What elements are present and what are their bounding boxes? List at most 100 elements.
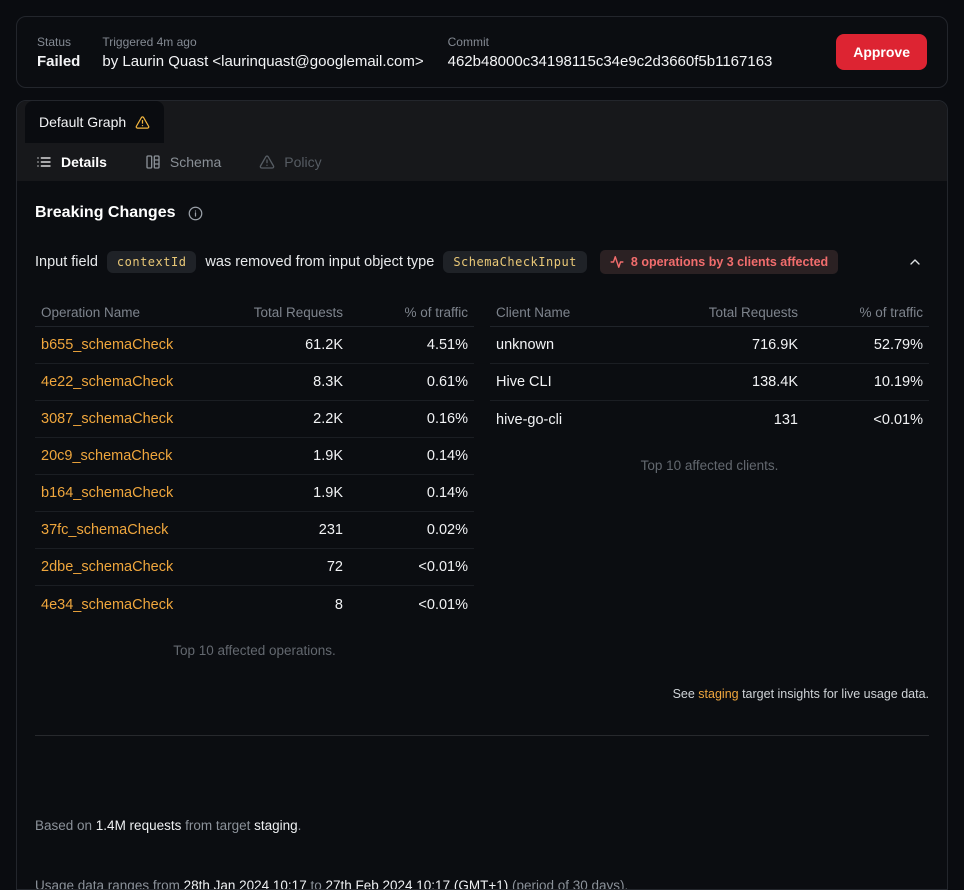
col-operation-name: Operation Name: [41, 305, 225, 320]
approve-button[interactable]: Approve: [836, 34, 927, 70]
operation-requests: 8.3K: [225, 374, 343, 390]
operation-traffic: 0.14%: [343, 448, 468, 464]
type-code-chip: SchemaCheckInput: [443, 251, 587, 273]
operation-row: 4e22_schemaCheck 8.3K 0.61%: [35, 364, 474, 401]
check-header-card: Status Failed Triggered 4m ago by Laurin…: [16, 16, 948, 88]
range-text: Usage data ranges from: [35, 878, 184, 890]
operation-traffic: 4.51%: [343, 337, 468, 353]
operation-traffic: 0.02%: [343, 522, 468, 538]
graph-tab-label: Default Graph: [39, 114, 126, 130]
insights-prefix: See: [673, 687, 699, 701]
operation-link[interactable]: 37fc_schemaCheck: [41, 522, 225, 538]
commit-hash: 462b48000c34198115c34e9c2d3660f5b1167163: [448, 53, 773, 70]
field-code-chip: contextId: [107, 251, 197, 273]
operation-row: 20c9_schemaCheck 1.9K 0.14%: [35, 438, 474, 475]
operation-link[interactable]: 4e34_schemaCheck: [41, 597, 225, 613]
client-row: Hive CLI 138.4K 10.19%: [490, 364, 929, 401]
operations-table-header: Operation Name Total Requests % of traff…: [35, 298, 474, 327]
tab-policy-label: Policy: [284, 154, 321, 170]
client-name: hive-go-cli: [496, 412, 680, 428]
operation-link[interactable]: b164_schemaCheck: [41, 485, 225, 501]
client-traffic: 52.79%: [798, 337, 923, 353]
tab-strip: Default Graph Details Schema: [17, 101, 947, 181]
operation-requests: 72: [225, 559, 343, 575]
status-value: Failed: [37, 53, 80, 70]
range-period: (period of 30 days).: [508, 878, 628, 890]
client-name: unknown: [496, 337, 680, 353]
warning-triangle-icon: [135, 115, 150, 130]
schema-icon: [145, 154, 161, 170]
client-requests: 138.4K: [680, 374, 798, 390]
client-row: unknown 716.9K 52.79%: [490, 327, 929, 364]
tab-schema[interactable]: Schema: [145, 154, 221, 170]
triggered-group: Triggered 4m ago by Laurin Quast <laurin…: [102, 35, 423, 70]
range-start-date: 28th Jan 2024 10:17: [184, 878, 307, 890]
tab-details[interactable]: Details: [36, 154, 107, 170]
details-content: Breaking Changes Input field contextId w…: [17, 204, 947, 890]
operation-requests: 1.9K: [225, 448, 343, 464]
insights-suffix: target insights for live usage data.: [739, 687, 929, 701]
change-prefix: Input field: [35, 254, 98, 270]
operations-table-body: b655_schemaCheck 61.2K 4.51% 4e22_schema…: [35, 327, 474, 623]
operation-traffic: 0.61%: [343, 374, 468, 390]
graph-tab-row: Default Graph: [17, 101, 947, 143]
operation-row: 4e34_schemaCheck 8 <0.01%: [35, 586, 474, 623]
client-traffic: <0.01%: [798, 412, 923, 428]
date-range-line: Usage data ranges from 28th Jan 2024 10:…: [35, 876, 929, 890]
section-title: Breaking Changes: [35, 204, 175, 222]
based-text: .: [298, 818, 302, 833]
status-label: Status: [37, 35, 80, 49]
section-divider: [35, 735, 929, 736]
affected-operations-badge[interactable]: 8 operations by 3 clients affected: [600, 250, 838, 274]
col-client-name: Client Name: [496, 305, 680, 320]
operation-traffic: <0.01%: [343, 597, 468, 613]
request-count: 1.4M requests: [96, 818, 182, 833]
usage-summary: Based on 1.4M requests from target stagi…: [35, 776, 929, 890]
target-name: staging: [254, 818, 298, 833]
change-middle: was removed from input object type: [205, 254, 434, 270]
operation-row: 2dbe_schemaCheck 72 <0.01%: [35, 549, 474, 586]
client-name: Hive CLI: [496, 374, 680, 390]
client-requests: 716.9K: [680, 337, 798, 353]
operation-requests: 61.2K: [225, 337, 343, 353]
based-text: from target: [181, 818, 254, 833]
schema-check-card: Default Graph Details Schema: [16, 100, 948, 890]
commit-label: Commit: [448, 35, 773, 49]
operation-traffic: 0.14%: [343, 485, 468, 501]
range-text: to: [307, 878, 326, 890]
collapse-chevron-button[interactable]: [907, 254, 923, 270]
subtab-row: Details Schema Policy: [17, 143, 947, 181]
triggered-label: Triggered 4m ago: [102, 35, 423, 49]
operation-link[interactable]: b655_schemaCheck: [41, 337, 225, 353]
clients-table-note: Top 10 affected clients.: [490, 458, 929, 473]
commit-group: Commit 462b48000c34198115c34e9c2d3660f5b…: [448, 35, 773, 70]
tab-default-graph[interactable]: Default Graph: [25, 101, 164, 143]
clients-table-body: unknown 716.9K 52.79% Hive CLI 138.4K 10…: [490, 327, 929, 438]
col-traffic: % of traffic: [798, 305, 923, 320]
clients-table: Client Name Total Requests % of traffic …: [490, 298, 929, 473]
insights-note: See staging target insights for live usa…: [35, 687, 929, 701]
operation-requests: 231: [225, 522, 343, 538]
tab-policy[interactable]: Policy: [259, 154, 321, 170]
operation-link[interactable]: 2dbe_schemaCheck: [41, 559, 225, 575]
policy-warning-icon: [259, 154, 275, 170]
operations-table: Operation Name Total Requests % of traff…: [35, 298, 474, 658]
operation-requests: 2.2K: [225, 411, 343, 427]
operation-link[interactable]: 4e22_schemaCheck: [41, 374, 225, 390]
staging-target-link[interactable]: staging: [698, 687, 738, 701]
based-text: Based on: [35, 818, 96, 833]
client-traffic: 10.19%: [798, 374, 923, 390]
chevron-up-icon: [907, 254, 923, 270]
operation-link[interactable]: 20c9_schemaCheck: [41, 448, 225, 464]
operation-row: b164_schemaCheck 1.9K 0.14%: [35, 475, 474, 512]
col-total-requests: Total Requests: [680, 305, 798, 320]
operation-row: 37fc_schemaCheck 231 0.02%: [35, 512, 474, 549]
operation-row: b655_schemaCheck 61.2K 4.51%: [35, 327, 474, 364]
tab-details-label: Details: [61, 154, 107, 170]
tab-schema-label: Schema: [170, 154, 221, 170]
clients-table-header: Client Name Total Requests % of traffic: [490, 298, 929, 327]
breaking-change-row: Input field contextId was removed from i…: [35, 250, 929, 274]
info-icon[interactable]: [188, 206, 203, 221]
breaking-changes-header: Breaking Changes: [35, 204, 929, 222]
operation-link[interactable]: 3087_schemaCheck: [41, 411, 225, 427]
